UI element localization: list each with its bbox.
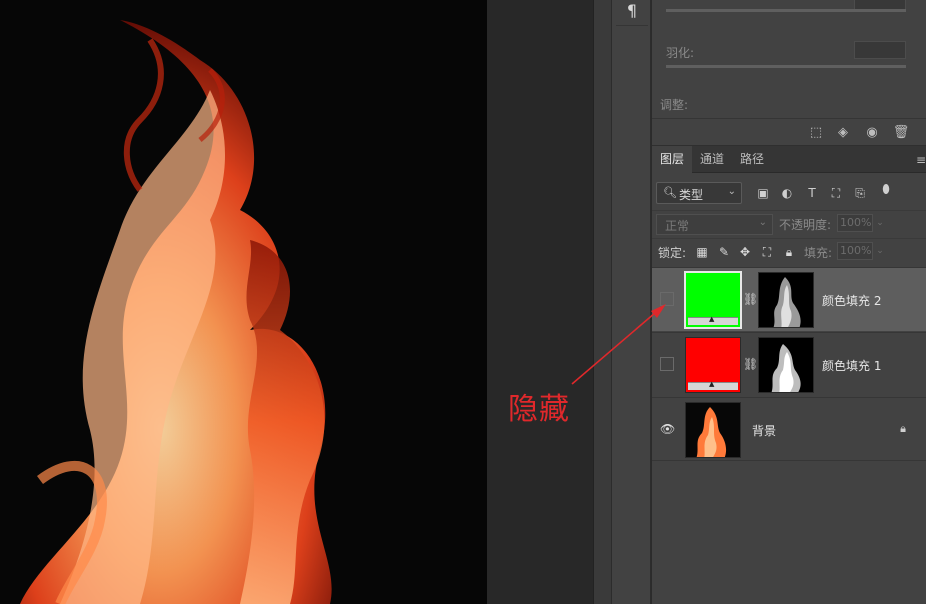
tab-layers[interactable]: 图层 [652,146,693,173]
type-filter-icon[interactable]: T [804,185,820,201]
properties-layers-panel: 羽化: 调整: ⬚ ◈ ◉ 🗑 图层 通道 路径 ≡ 🔍︎ 类型 ⌄ ▣ ◐ T… [652,0,926,604]
chevron-down-icon[interactable]: ⌄ [874,242,886,260]
layer-row-color-fill-2[interactable]: ⛓ 颜色填充 2 [652,267,926,331]
eye-icon[interactable]: ◉ [863,124,881,142]
lock-row: 锁定: ▦ ✎ ✥ ⛶ 🔒︎ 填充: 100% ⌄ [652,238,926,264]
feather-label: 羽化: [666,46,695,60]
paragraph-icon[interactable]: ¶ [616,0,648,26]
canvas-gutter [487,0,593,604]
blend-mode-select[interactable]: 正常 ⌄ [656,214,773,235]
opacity-label: 不透明度: [779,218,832,232]
link-icon[interactable]: ⛓ [743,357,758,371]
smart-object-filter-icon[interactable]: ⎘ [852,185,868,201]
search-icon: 🔍︎ [663,186,677,199]
filter-toggle-icon[interactable]: ⬮ [878,181,894,197]
flame-image [20,20,332,604]
apply-mask-icon[interactable]: ◈ [834,124,852,142]
eye-icon[interactable]: 👁︎ [660,422,675,436]
tab-channels[interactable]: 通道 [692,146,732,173]
visibility-toggle[interactable] [660,357,674,371]
panel-menu-icon[interactable]: ≡ [916,153,926,167]
mask-preview [773,277,801,327]
fill-label: 填充: [804,246,833,260]
collapsed-panel-strip: ¶ [611,0,651,604]
visibility-toggle[interactable] [660,292,674,306]
color-fill-thumbnail[interactable] [685,337,741,393]
lock-icon: 🔒︎ [900,422,906,435]
lock-label: 锁定: [658,246,687,260]
layer-filter-row: 🔍︎ 类型 ⌄ ▣ ◐ T ⛶ ⎘ ⬮ [652,180,926,206]
trash-icon[interactable]: 🗑 [892,124,910,142]
image-filter-icon[interactable]: ▣ [755,185,771,201]
fill-swatch-bar [688,315,738,325]
opacity-input[interactable]: 100% [837,214,873,232]
lock-pixels-icon[interactable]: ▦ [694,244,710,260]
annotation-label: 隐藏 [508,392,570,427]
shape-filter-icon[interactable]: ⛶ [828,185,844,201]
fill-input[interactable]: 100% [837,242,873,260]
mask-preview [771,344,801,392]
layer-row-background[interactable]: 👁︎ 背景 🔒︎ [652,397,926,461]
blend-mode-value: 正常 [665,219,690,233]
layer-mask-thumbnail[interactable] [758,337,814,393]
filter-kind-label: 类型 [679,188,704,202]
flame-thumbnail [696,407,727,457]
feather-input[interactable] [854,41,906,59]
chevron-down-icon: ⌄ [758,217,767,228]
lock-all-icon[interactable]: 🔒︎ [781,244,797,260]
chevron-down-icon: ⌄ [727,186,736,197]
vertical-scrollbar[interactable] [593,0,611,604]
color-fill-thumbnail[interactable] [684,271,742,329]
document-canvas[interactable] [0,0,487,604]
layer-row-color-fill-1[interactable]: ⛓ 颜色填充 1 [652,332,926,396]
adjust-label: 调整: [660,98,689,112]
link-icon[interactable]: ⛓ [743,292,758,306]
move-lock-icon[interactable]: ✥ [737,244,753,260]
feather-slider[interactable] [666,65,906,68]
filter-kind-select[interactable]: 🔍︎ 类型 ⌄ [656,182,742,204]
fill-swatch-bar [688,380,738,390]
adjustment-filter-icon[interactable]: ◐ [779,185,795,201]
chevron-down-icon[interactable]: ⌄ [874,214,886,232]
layers-tabs: 图层 通道 路径 ≡ [652,146,926,173]
background-thumbnail[interactable] [685,402,741,458]
brush-lock-icon[interactable]: ✎ [716,244,732,260]
layer-name[interactable]: 背景 [752,422,776,439]
blend-row: 正常 ⌄ 不透明度: 100% ⌄ [652,210,926,236]
property-slider[interactable] [666,9,906,12]
properties-footer: ⬚ ◈ ◉ 🗑 [652,118,926,146]
tab-paths[interactable]: 路径 [732,146,772,173]
layer-mask-thumbnail[interactable] [758,272,814,328]
layer-name[interactable]: 颜色填充 1 [822,357,881,374]
layer-name[interactable]: 颜色填充 2 [822,292,881,309]
selection-icon[interactable]: ⬚ [807,124,825,142]
artboard-lock-icon[interactable]: ⛶ [759,244,775,260]
